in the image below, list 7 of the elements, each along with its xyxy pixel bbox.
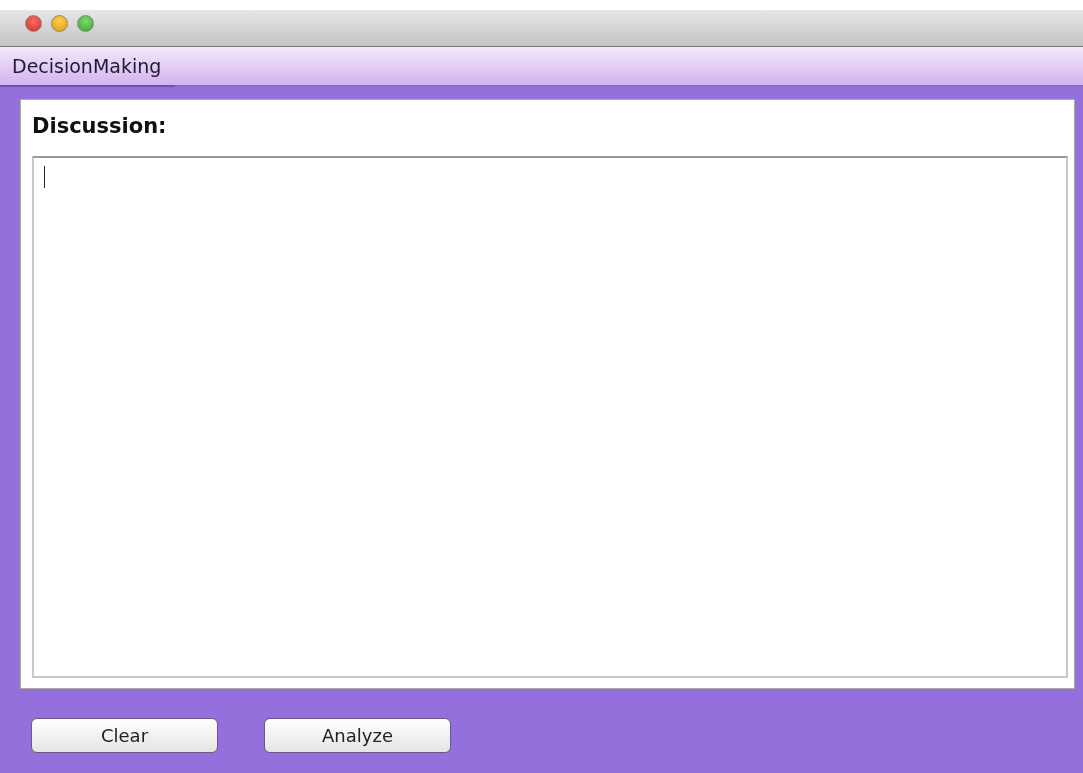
zoom-icon[interactable] — [77, 14, 94, 32]
discussion-field[interactable] — [32, 156, 1068, 678]
analyze-button[interactable]: Analyze — [264, 718, 451, 753]
minimize-icon[interactable] — [51, 14, 68, 32]
clear-button[interactable]: Clear — [31, 718, 218, 753]
discussion-label: Discussion: — [32, 114, 168, 140]
close-icon[interactable] — [25, 14, 42, 32]
